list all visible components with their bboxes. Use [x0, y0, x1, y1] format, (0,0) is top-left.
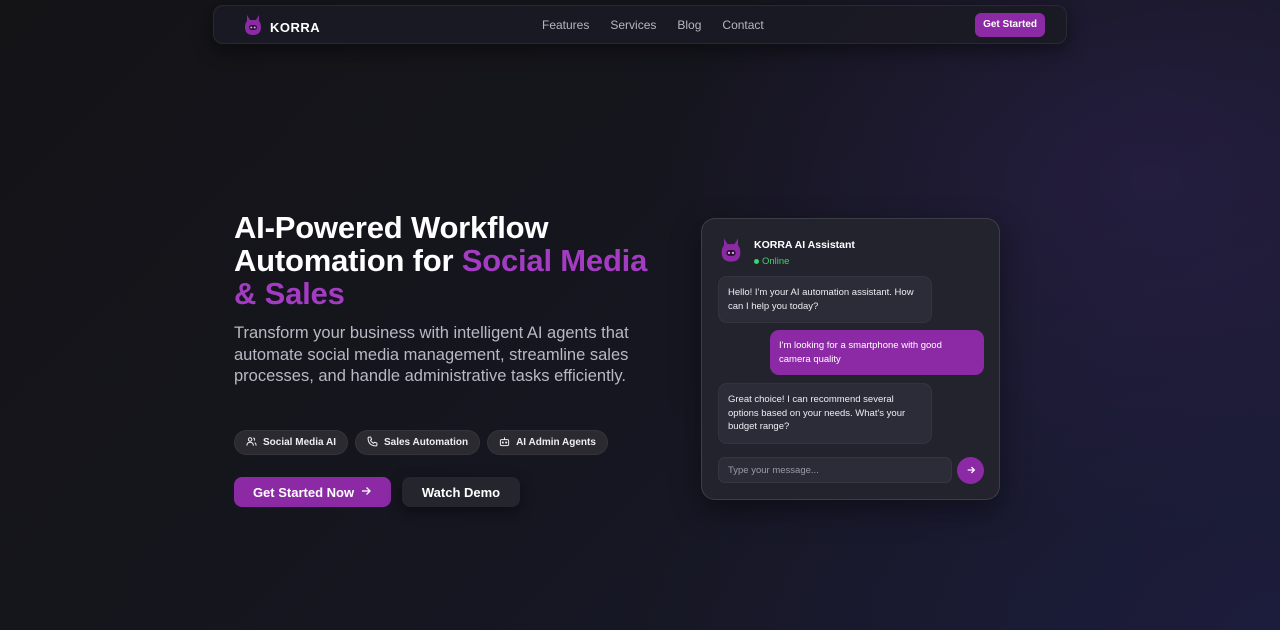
brand-name: KORRA	[270, 20, 321, 35]
chat-widget: KORRA AI Assistant Online Hello! I'm you…	[701, 218, 1000, 500]
tag-ai-admin-agents: AI Admin Agents	[487, 430, 608, 455]
chat-header-text: KORRA AI Assistant Online	[754, 236, 855, 269]
tag-label: Sales Automation	[383, 437, 469, 448]
chat-message-bot: Hello! I'm your AI automation assistant.…	[718, 276, 932, 323]
feature-tags: Social Media AI Sales Automation AI Admi…	[234, 430, 608, 455]
chat-header: KORRA AI Assistant Online	[720, 236, 855, 269]
assistant-avatar-icon	[720, 236, 742, 269]
chat-message-user: I'm looking for a smartphone with good c…	[770, 330, 984, 375]
navbar: KORRA Features Services Blog Contact Get…	[213, 5, 1067, 44]
button-label: Get Started Now	[252, 484, 355, 500]
brand-logo-link[interactable]: KORRA	[244, 13, 320, 42]
nav-get-started-button[interactable]: Get Started	[975, 13, 1045, 37]
chat-message-input[interactable]	[718, 457, 952, 483]
nav-link-services[interactable]: Services	[610, 18, 656, 32]
nav-link-contact[interactable]: Contact	[722, 18, 763, 32]
hero-title: AI-Powered Workflow Automation for Socia…	[234, 211, 654, 310]
get-started-now-button[interactable]: Get Started Now	[234, 477, 391, 507]
tag-label: Social Media AI	[263, 437, 336, 448]
robot-logo-icon	[244, 13, 262, 42]
hero-subtitle: Transform your business with intelligent…	[234, 324, 629, 385]
send-message-button[interactable]	[957, 457, 984, 484]
chat-title: KORRA AI Assistant	[754, 239, 855, 251]
nav-link-blog[interactable]: Blog	[677, 18, 701, 32]
watch-demo-button[interactable]: Watch Demo	[402, 477, 520, 507]
status-label: Online	[762, 256, 790, 267]
tag-sales-automation: Sales Automation	[354, 430, 481, 455]
nav-link-features[interactable]: Features	[542, 18, 589, 32]
users-icon	[246, 436, 257, 450]
hero-cta-row: Get Started Now Watch Demo	[234, 477, 520, 507]
arrow-right-icon	[966, 463, 976, 478]
nav-links: Features Services Blog Contact	[542, 18, 764, 32]
online-dot-icon	[754, 259, 759, 264]
robot-icon	[499, 436, 510, 450]
chat-status: Online	[754, 256, 855, 267]
tag-social-media-ai: Social Media AI	[234, 430, 348, 455]
chat-message-bot: Great choice! I can recommend several op…	[718, 383, 932, 444]
phone-icon	[367, 436, 378, 450]
tag-label: AI Admin Agents	[516, 437, 596, 448]
arrow-right-icon	[360, 485, 372, 500]
